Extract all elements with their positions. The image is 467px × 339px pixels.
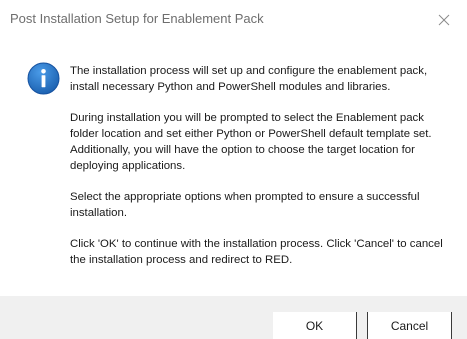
message-paragraph-options: Select the appropriate options when prom… [70, 191, 420, 219]
message-paragraph-actions: Click 'OK' to continue with the installa… [70, 238, 443, 266]
title-bar: Post Installation Setup for Enablement P… [0, 0, 467, 40]
message-paragraph-prompts: During installation you will be prompted… [70, 112, 432, 172]
ok-button[interactable]: OK [273, 312, 357, 339]
close-button[interactable] [421, 0, 467, 40]
message-paragraph-intro: The installation process will set up and… [70, 65, 428, 93]
info-icon [27, 62, 60, 95]
message-body: The installation process will set up and… [70, 63, 450, 283]
button-bar: OK Cancel [0, 296, 467, 339]
close-icon [438, 14, 450, 26]
cancel-button[interactable]: Cancel [367, 312, 452, 339]
post-installation-dialog: Post Installation Setup for Enablement P… [0, 0, 467, 339]
window-title: Post Installation Setup for Enablement P… [10, 11, 264, 26]
